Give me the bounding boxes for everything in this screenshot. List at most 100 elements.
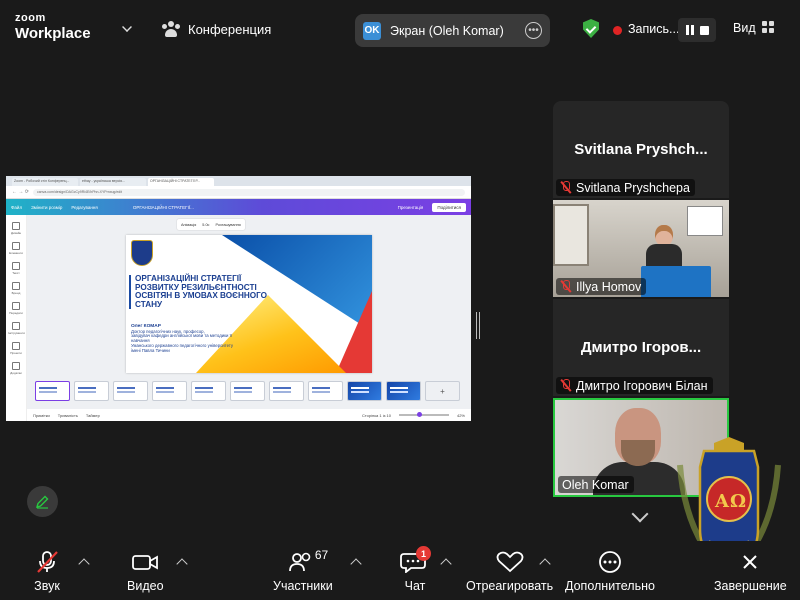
participants-button[interactable]: 67 Участники — [273, 548, 333, 593]
react-button[interactable]: Отреагировать — [466, 551, 553, 593]
end-meeting-button[interactable]: Завершение — [714, 551, 787, 593]
chat-button[interactable]: 1 Чат — [400, 546, 431, 593]
zoom-logo: zoom Workplace — [15, 12, 91, 42]
slide-thumbnail — [230, 381, 265, 401]
canva-side-item: Передати — [8, 302, 24, 315]
close-icon — [735, 551, 765, 573]
canva-canvas: Анімація 5.0с Розташування ОРГАНІЗАЦІЙНІ… — [27, 215, 471, 421]
participants-label: Участники — [273, 579, 333, 593]
participant-name: Svitlana Pryshchepa — [576, 180, 690, 195]
meeting-controls-bar: Звук Видео 67 Участники 1 Чат Отреагиров… — [0, 541, 800, 600]
chevron-up-icon[interactable] — [440, 558, 452, 570]
participant-nametag: Svitlana Pryshchepa — [556, 179, 695, 196]
chevron-up-icon[interactable] — [350, 558, 362, 570]
heart-icon — [495, 551, 525, 573]
view-button[interactable]: Вид — [733, 21, 756, 35]
participant-name: Дмитро Ігорович Білан — [576, 378, 708, 393]
notes-label: Примітки — [33, 412, 50, 418]
zoom-level: 42% — [456, 412, 465, 418]
audio-button[interactable]: Звук — [32, 551, 62, 593]
canva-menu-resize: Змінити розмір — [31, 204, 63, 210]
conference-label: Конференция — [188, 21, 272, 37]
mic-muted-icon — [32, 551, 62, 573]
chevron-up-icon[interactable] — [78, 558, 90, 570]
canva-menu-bar: Файл Змінити розмір Редагування ОРГАНІЗА… — [6, 199, 471, 215]
logo-product: Workplace — [15, 25, 91, 42]
chat-icon: 1 — [400, 546, 431, 574]
zoom-slider — [398, 412, 449, 417]
security-shield-icon[interactable] — [583, 19, 599, 38]
participant-tile[interactable]: Svitlana Pryshch... Svitlana Pryshchepa — [553, 101, 729, 198]
canva-side-item: Елементи — [8, 242, 24, 255]
people-icon — [162, 21, 180, 37]
page-indicator: Сторінка 1 із 10 — [361, 412, 391, 418]
slide-thumbnail — [269, 381, 304, 401]
mic-muted-icon — [560, 181, 571, 194]
mic-muted-icon — [560, 280, 571, 293]
timer-label: Таймер — [85, 412, 100, 418]
react-label: Отреагировать — [466, 579, 554, 593]
svg-text:Ω: Ω — [730, 491, 746, 512]
slide-author: Олег КОМАР Доктор педагогічних наук, про… — [131, 324, 236, 354]
video-button[interactable]: Видео — [127, 551, 164, 593]
chat-unread-badge: 1 — [416, 546, 431, 561]
slide-thumbnail — [152, 381, 187, 401]
more-options-icon[interactable]: ••• — [525, 22, 542, 39]
chevron-up-icon[interactable] — [176, 558, 188, 570]
url-text: canva.com/design/DAGcCy9Ri4E/hPhn-XYPrnx… — [32, 188, 465, 196]
canva-share: Поділитися — [432, 202, 466, 212]
canva-status-bar: Примітки Тривалість Таймер Сторінка 1 із… — [27, 409, 471, 421]
canva-side-item: Текст — [8, 262, 24, 275]
chevron-down-icon[interactable] — [122, 22, 132, 32]
grid-view-icon[interactable] — [762, 21, 774, 33]
mic-muted-icon — [560, 379, 571, 392]
add-slide-icon: + — [425, 381, 460, 401]
participants-icon: 67 — [288, 548, 328, 573]
stop-icon[interactable] — [699, 25, 709, 35]
slide-thumbnail — [308, 381, 343, 401]
audio-label: Звук — [34, 579, 60, 593]
slide-thumbnail — [347, 381, 382, 401]
participant-nametag: Oleh Komar — [558, 476, 634, 493]
canva-sidebar: Дизайн Елементи Текст Бренд Передати Інс… — [6, 215, 27, 421]
panel-resize-handle[interactable] — [476, 312, 480, 339]
participant-tile[interactable]: Дмитро Ігоров... Дмитро Ігорович Білан — [553, 299, 729, 396]
video-label: Видео — [127, 579, 164, 593]
shared-screen: Zoom - Робочий стіл Конференц... ethay -… — [6, 176, 471, 421]
canva-side-item: Бренд — [8, 282, 24, 295]
browser-address-bar: ← → ⟳ canva.com/design/DAGcCy9Ri4E/hPhn-… — [6, 186, 471, 199]
slide-thumbnails: + — [35, 381, 460, 401]
participant-nametag: Дмитро Ігорович Білан — [556, 377, 713, 394]
participant-name: Illya Homov — [576, 279, 642, 294]
sharer-avatar: OK — [363, 21, 381, 40]
participant-nametag: Illya Homov — [556, 278, 647, 295]
slide-thumbnail — [74, 381, 109, 401]
annotate-button[interactable] — [27, 486, 58, 517]
pause-icon[interactable] — [685, 25, 694, 35]
university-crest-icon — [131, 240, 153, 266]
browser-tab-active: ОРГАНІЗАЦІЙНІ СТРАТЕГІЇ Р... — [148, 178, 214, 186]
canva-side-item: Проекти — [8, 342, 24, 355]
svg-text:Α: Α — [714, 491, 730, 512]
canva-tool-position: Розташування — [215, 222, 241, 227]
recording-label: Запись... — [628, 22, 680, 36]
slide-thumbnail — [113, 381, 148, 401]
slide-thumbnail — [386, 381, 421, 401]
screen-share-indicator[interactable]: OK Экран (Oleh Komar) ••• — [355, 14, 550, 47]
canva-present: Презентація — [397, 204, 424, 210]
canva-side-item: Інструменти — [8, 322, 25, 335]
browser-tabs: Zoom - Робочий стіл Конференц... ethay -… — [6, 176, 471, 186]
canva-doc-title: ОРГАНІЗАЦІЙНІ СТРАТЕГІЇ... — [132, 204, 194, 210]
record-dot-icon — [613, 26, 622, 35]
more-button[interactable]: Дополнительно — [565, 551, 655, 593]
presentation-slide: ОРГАНІЗАЦІЙНІ СТРАТЕГІЇ РОЗВИТКУ РЕЗИЛЬЄ… — [126, 235, 372, 373]
participant-display-name: Дмитро Ігоров... — [580, 339, 702, 356]
scroll-down-icon[interactable] — [631, 505, 649, 523]
participants-count: 67 — [314, 548, 329, 562]
participant-tile[interactable]: Illya Homov — [553, 200, 729, 297]
end-label: Завершение — [714, 579, 787, 593]
conference-button[interactable]: Конференция — [162, 21, 271, 37]
logo-brand: zoom — [15, 12, 46, 24]
slide-thumbnail — [191, 381, 226, 401]
author-line: імені Павла Тичини — [131, 348, 170, 354]
